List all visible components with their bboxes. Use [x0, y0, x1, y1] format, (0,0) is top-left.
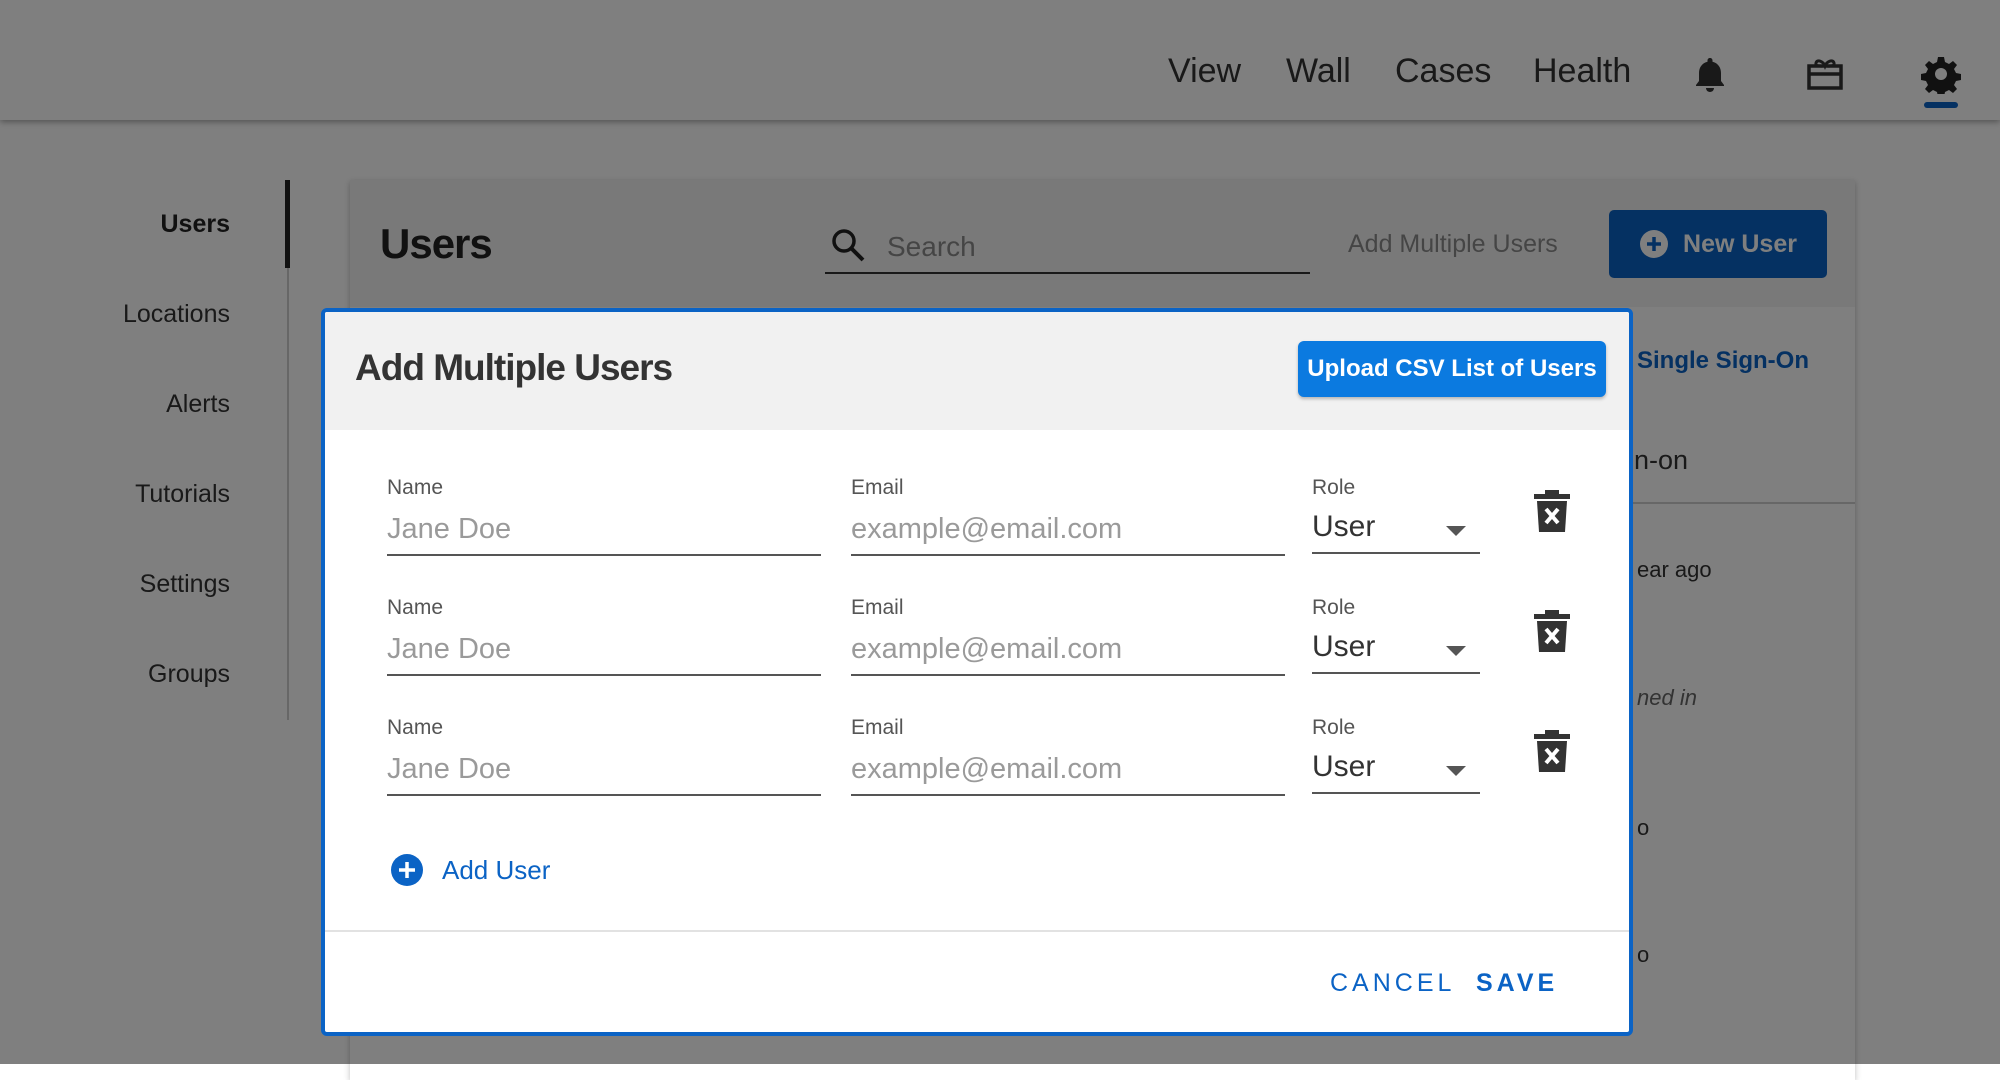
chevron-down-icon [1446, 646, 1466, 656]
add-multiple-users-dialog: Add Multiple Users Upload CSV List of Us… [321, 308, 1633, 1036]
dialog-title: Add Multiple Users [355, 347, 673, 388]
save-button[interactable]: SAVE [1476, 969, 1558, 998]
user-entry-row: Name Email Role User [325, 596, 1629, 696]
add-user-label: Add User [442, 854, 551, 885]
role-value: User [1312, 630, 1376, 663]
email-field[interactable] [851, 624, 1285, 676]
name-label: Name [387, 716, 444, 739]
dialog-footer-divider [325, 930, 1629, 932]
delete-row-icon[interactable] [1532, 608, 1572, 654]
role-select[interactable]: User [1312, 624, 1480, 674]
user-entry-row: Name Email Role User [325, 476, 1629, 576]
email-field[interactable] [851, 504, 1285, 556]
role-select[interactable]: User [1312, 744, 1480, 794]
email-label: Email [851, 596, 904, 619]
role-label: Role [1312, 596, 1356, 619]
cancel-button[interactable]: CANCEL [1330, 969, 1455, 998]
user-entry-row: Name Email Role User [325, 716, 1629, 816]
upload-csv-button[interactable]: Upload CSV List of Users [1298, 341, 1606, 397]
email-field[interactable] [851, 744, 1285, 796]
name-label: Name [387, 476, 444, 499]
dialog-header: Add Multiple Users Upload CSV List of Us… [325, 312, 1629, 430]
role-label: Role [1312, 716, 1356, 739]
add-user-button[interactable]: Add User [390, 850, 550, 890]
plus-circle-icon [391, 854, 423, 886]
email-label: Email [851, 716, 904, 739]
email-label: Email [851, 476, 904, 499]
role-label: Role [1312, 476, 1356, 499]
name-label: Name [387, 596, 444, 619]
name-field[interactable] [387, 744, 821, 796]
delete-row-icon[interactable] [1532, 728, 1572, 774]
delete-row-icon[interactable] [1532, 488, 1572, 534]
role-select[interactable]: User [1312, 504, 1480, 554]
name-field[interactable] [387, 624, 821, 676]
name-field[interactable] [387, 504, 821, 556]
chevron-down-icon [1446, 766, 1466, 776]
role-value: User [1312, 510, 1376, 543]
role-value: User [1312, 750, 1376, 783]
chevron-down-icon [1446, 526, 1466, 536]
